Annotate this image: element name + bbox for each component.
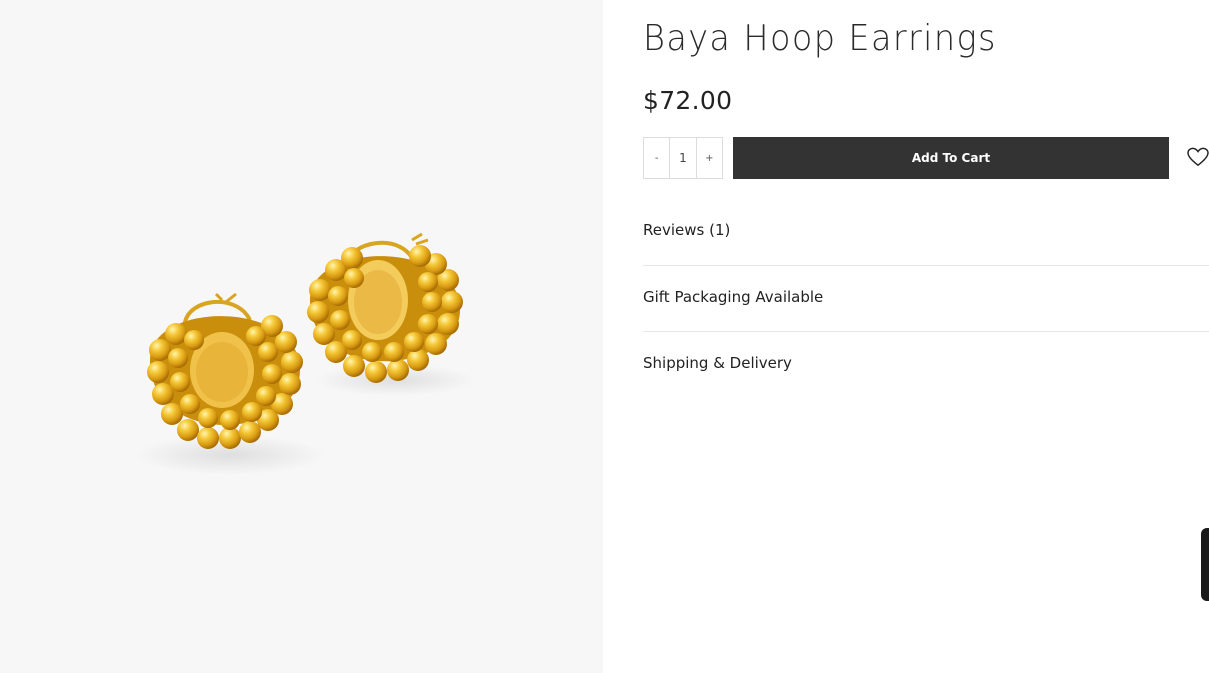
product-gallery[interactable] — [0, 0, 603, 673]
add-to-cart-button[interactable]: Add To Cart — [733, 137, 1169, 179]
product-image — [135, 232, 475, 475]
accordion-gift-packaging-label: Gift Packaging Available — [643, 288, 824, 306]
quantity-decrement-button[interactable]: - — [644, 138, 669, 178]
wishlist-button[interactable] — [1187, 147, 1209, 169]
accordion-shipping-delivery-label: Shipping & Delivery — [643, 354, 792, 372]
product-price: $72.00 — [643, 86, 733, 115]
quantity-input[interactable]: 1 — [669, 138, 697, 178]
accordion-gift-packaging[interactable]: Gift Packaging Available — [643, 288, 1209, 331]
accordion-reviews[interactable]: Reviews (1) — [643, 221, 1209, 265]
product-page: Baya Hoop Earrings $72.00 - 1 + Add To C… — [0, 0, 1209, 673]
divider — [643, 331, 1209, 332]
quantity-stepper: - 1 + — [643, 137, 723, 179]
product-info: Baya Hoop Earrings $72.00 - 1 + Add To C… — [643, 0, 1209, 673]
product-title: Baya Hoop Earrings — [643, 18, 997, 59]
heart-icon — [1187, 147, 1209, 167]
accordion-reviews-label: Reviews (1) — [643, 221, 731, 239]
quantity-increment-button[interactable]: + — [697, 138, 722, 178]
accordion-shipping-delivery[interactable]: Shipping & Delivery — [643, 354, 1209, 394]
side-drawer-tab[interactable] — [1201, 528, 1209, 601]
divider — [643, 265, 1209, 266]
